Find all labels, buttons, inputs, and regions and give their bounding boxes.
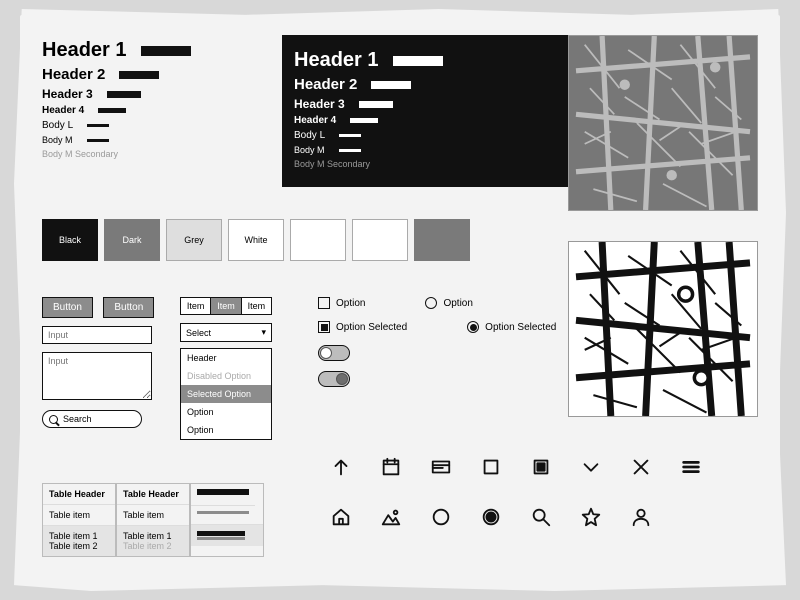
image-icon: [366, 495, 416, 539]
h4-label: Header 4: [42, 105, 84, 116]
checkbox-unchecked[interactable]: Option: [318, 297, 365, 309]
checkbox-checked[interactable]: Option Selected: [318, 321, 407, 333]
tab-2[interactable]: Item: [211, 297, 241, 315]
swatch-blank-2[interactable]: [352, 219, 408, 261]
table-row: Table item: [43, 504, 115, 525]
toggle-off[interactable]: [318, 345, 350, 361]
table-row: Table item: [117, 504, 189, 525]
segmented-tabs: Item Item Item: [180, 297, 272, 315]
select-label: Select: [186, 328, 211, 338]
form-controls: Button Button Search: [42, 297, 160, 428]
typography-dark: Header 1 Header 2 Header 3 Header 4 Body…: [282, 35, 570, 187]
icon-grid: [316, 445, 716, 539]
table-example: Table Header Table item Table item 1Tabl…: [42, 483, 264, 557]
search-icon: [49, 415, 58, 424]
table-row: [191, 524, 263, 546]
map-illustration-light: [568, 35, 758, 211]
option-controls: Option Option Option Selected Option Sel…: [318, 297, 556, 387]
color-swatches: Black Dark Grey White: [42, 219, 470, 261]
list-disabled: Disabled Option: [181, 367, 271, 385]
bodym-label: Body M: [42, 135, 73, 145]
swatch-blank-1[interactable]: [290, 219, 346, 261]
swatch-grey[interactable]: Grey: [166, 219, 222, 261]
h1-label: Header 1: [42, 39, 127, 62]
table-row: [191, 505, 255, 519]
chevron-down-icon: ▾: [261, 327, 266, 338]
menu-icon: [666, 445, 716, 489]
typography-light: Header 1 Header 2 Header 3 Header 4 Body…: [42, 35, 272, 163]
toggle-on[interactable]: [318, 371, 350, 387]
h2-label: Header 2: [42, 66, 105, 83]
search-input[interactable]: Search: [42, 410, 142, 428]
textarea-input[interactable]: [42, 352, 152, 400]
table-row: Table item 1Table item 2: [117, 525, 189, 556]
close-icon: [616, 445, 666, 489]
circle-filled-icon: [466, 495, 516, 539]
list-selected[interactable]: Selected Option: [181, 385, 271, 403]
search-icon: [516, 495, 566, 539]
star-icon: [566, 495, 616, 539]
tab-1[interactable]: Item: [180, 297, 211, 315]
list-option-2[interactable]: Option: [181, 421, 271, 439]
swatch-dark[interactable]: Dark: [104, 219, 160, 261]
bodyl-dark-label: Body L: [294, 130, 325, 141]
styleguide-sheet: Header 1 Header 2 Header 3 Header 4 Body…: [20, 15, 780, 585]
tab-3[interactable]: Item: [242, 297, 272, 315]
table-row: Table item 1Table item 2: [43, 525, 115, 556]
h2-dark-label: Header 2: [294, 76, 357, 93]
circle-icon: [416, 495, 466, 539]
table-header-1: Table Header: [43, 484, 115, 504]
list-controls: Item Item Item Select ▾ Header Disabled …: [180, 297, 272, 440]
bodyms-label: Body M Secondary: [42, 149, 118, 159]
bodyms-dark-label: Body M Secondary: [294, 159, 370, 169]
chevron-down-icon: [566, 445, 616, 489]
map-illustration-dark: [568, 241, 758, 417]
arrow-up-icon: [316, 445, 366, 489]
search-placeholder: Search: [63, 414, 92, 424]
calendar-icon: [366, 445, 416, 489]
list-option-1[interactable]: Option: [181, 403, 271, 421]
h3-label: Header 3: [42, 87, 93, 101]
option-list: Header Disabled Option Selected Option O…: [180, 348, 272, 440]
swatch-white[interactable]: White: [228, 219, 284, 261]
list-header: Header: [181, 349, 271, 367]
user-icon: [616, 495, 666, 539]
h1-dark-label: Header 1: [294, 49, 379, 72]
primary-button[interactable]: Button: [42, 297, 93, 318]
h3-dark-label: Header 3: [294, 97, 345, 111]
bodyl-label: Body L: [42, 120, 73, 131]
bodym-dark-label: Body M: [294, 145, 325, 155]
h4-dark-label: Header 4: [294, 115, 336, 126]
table-header-2: Table Header: [117, 484, 189, 504]
card-icon: [416, 445, 466, 489]
text-input[interactable]: [42, 326, 152, 344]
select-dropdown[interactable]: Select ▾: [180, 323, 272, 342]
table-header-3: [191, 484, 255, 500]
square-filled-icon: [516, 445, 566, 489]
swatch-blank-3[interactable]: [414, 219, 470, 261]
radio-checked[interactable]: Option Selected: [467, 321, 556, 333]
home-icon: [316, 495, 366, 539]
swatch-black[interactable]: Black: [42, 219, 98, 261]
radio-unchecked[interactable]: Option: [425, 297, 472, 309]
square-icon: [466, 445, 516, 489]
secondary-button[interactable]: Button: [103, 297, 154, 318]
